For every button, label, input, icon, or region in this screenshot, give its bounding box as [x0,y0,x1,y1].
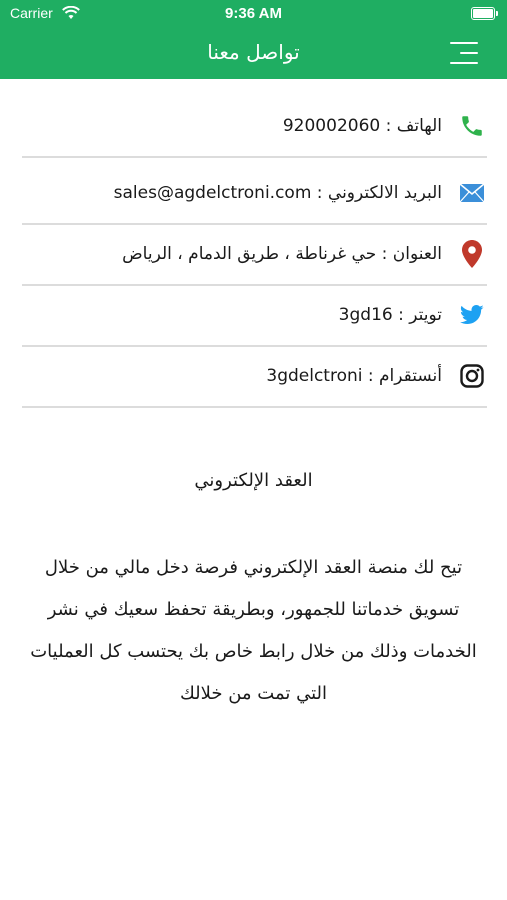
app-header: Carrier 9:36 AM تواصل معنا [0,0,507,79]
contact-row-twitter[interactable]: تويتر : 3gd16 [22,285,487,347]
email-text: البريد الالكتروني : sales@agdelctroni.co… [113,183,442,203]
status-time: 9:36 AM [225,5,282,22]
instagram-text: أنستقرام : 3gdelctroni [266,366,442,386]
menu-icon-line [450,62,478,64]
twitter-text: تويتر : 3gd16 [338,305,442,325]
status-bar: Carrier 9:36 AM [0,0,507,28]
instagram-icon [458,362,486,390]
page-title: تواصل معنا [207,40,300,64]
menu-icon [450,42,478,44]
contact-row-phone[interactable]: الهاتف : 920002060 [22,96,487,158]
location-pin-icon [458,240,486,268]
address-text: العنوان : حي غرناطة ، طريق الدمام ، الري… [122,244,442,264]
mail-icon [458,179,486,207]
phone-icon [458,112,486,140]
menu-icon-line [460,52,478,54]
menu-button[interactable] [450,42,478,64]
contact-row-address[interactable]: العنوان : حي غرناطة ، طريق الدمام ، الري… [22,224,487,286]
battery-icon [471,7,498,20]
contact-row-email[interactable]: البريد الالكتروني : sales@agdelctroni.co… [22,163,487,225]
section-description: تيح لك منصة العقد الإلكتروني فرصة دخل ما… [30,557,477,704]
contact-row-instagram[interactable]: أنستقرام : 3gdelctroni [22,346,487,408]
phone-text: الهاتف : 920002060 [282,116,442,136]
section-title: العقد الإلكتروني [194,470,313,491]
twitter-icon [458,301,486,329]
